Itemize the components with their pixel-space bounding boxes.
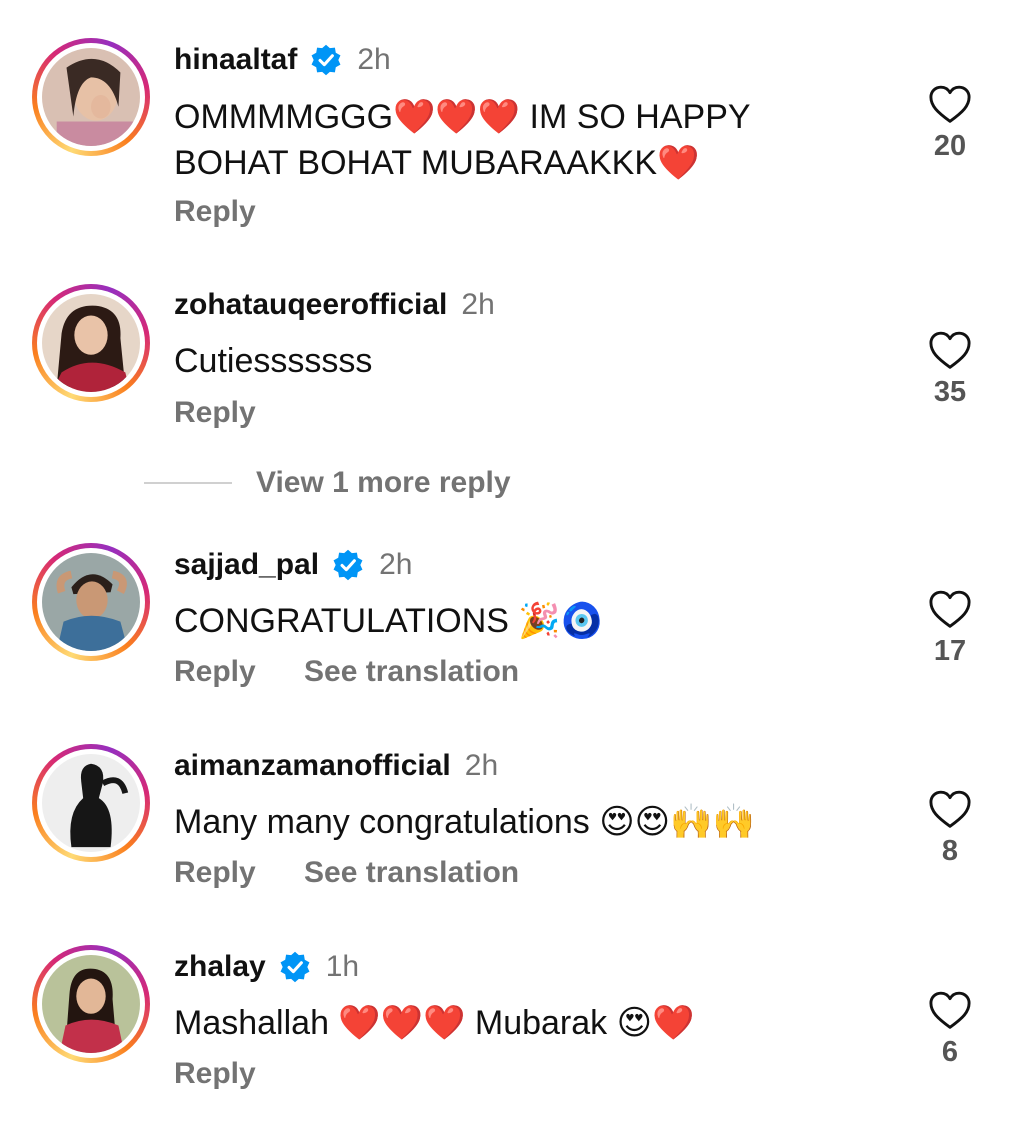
avatar[interactable] xyxy=(32,38,150,156)
verified-badge-icon xyxy=(280,951,310,983)
like-control: 8 xyxy=(920,789,980,868)
verified-badge-icon xyxy=(311,44,341,76)
like-control: 6 xyxy=(920,990,980,1069)
username-text[interactable]: aimanzamanofficial xyxy=(174,749,451,783)
view-more-replies[interactable]: View 1 more reply xyxy=(144,466,511,500)
comment-text-line: BOHAT BOHAT MUBARAAKKK❤️ xyxy=(174,144,700,182)
username-text[interactable]: hinaaltaf xyxy=(174,43,297,77)
avatar[interactable] xyxy=(32,284,150,402)
comment-time: 2h xyxy=(464,749,499,782)
comment-text: Many many congratulations 😍😍🙌🙌 xyxy=(174,799,755,845)
avatar[interactable] xyxy=(32,945,150,1063)
comment-username[interactable]: hinaaltaf 2h xyxy=(174,43,391,77)
like-count: 20 xyxy=(933,130,967,162)
comment-time: 2h xyxy=(379,548,413,581)
like-control: 20 xyxy=(920,84,980,163)
username-text[interactable]: sajjad_pal xyxy=(174,548,319,582)
view-more-replies-label[interactable]: View 1 more reply xyxy=(256,466,511,500)
heart-outline-icon[interactable] xyxy=(928,330,972,370)
reply-button[interactable]: Reply xyxy=(174,1057,256,1090)
comment-actions: Reply See translation xyxy=(174,856,559,890)
username-text[interactable]: zhalay xyxy=(174,950,266,984)
comment-text-line: Cutiesssssss xyxy=(174,342,373,380)
profile-photo xyxy=(42,754,140,852)
comment-time: 2h xyxy=(461,288,495,321)
profile-photo xyxy=(42,955,140,1053)
comment-text: Cutiesssssss xyxy=(174,338,372,384)
reply-button[interactable]: Reply xyxy=(174,396,256,429)
reply-button[interactable]: Reply xyxy=(174,195,256,228)
comment-actions: Reply xyxy=(174,1057,296,1091)
divider-line xyxy=(144,482,232,484)
like-count: 35 xyxy=(933,376,967,408)
comment-text-line: OMMMMGGG❤️❤️❤️ IM SO HAPPY xyxy=(174,98,751,136)
comment-time: 2h xyxy=(357,43,391,76)
comment-text-line: CONGRATULATIONS 🎉🧿 xyxy=(174,602,604,640)
comment-username[interactable]: zhalay 1h xyxy=(174,950,359,984)
comment-time: 1h xyxy=(325,950,360,983)
see-translation-button[interactable]: See translation xyxy=(304,856,519,889)
like-count: 8 xyxy=(941,835,959,867)
verified-badge-icon xyxy=(333,549,363,581)
comment-username[interactable]: zohatauqeerofficial 2h xyxy=(174,288,495,322)
avatar[interactable] xyxy=(32,744,150,862)
heart-outline-icon[interactable] xyxy=(928,990,972,1030)
like-control: 35 xyxy=(920,330,980,409)
username-text[interactable]: zohatauqeerofficial xyxy=(174,288,447,322)
like-count: 17 xyxy=(933,635,967,667)
comment-text: CONGRATULATIONS 🎉🧿 xyxy=(174,598,603,644)
reply-button[interactable]: Reply xyxy=(174,856,256,889)
reply-button[interactable]: Reply xyxy=(174,655,256,688)
comment-text-line: Many many congratulations 😍😍🙌🙌 xyxy=(174,803,755,841)
profile-photo xyxy=(42,48,140,146)
avatar[interactable] xyxy=(32,543,150,661)
comment-text-line: Mashallah ❤️❤️❤️ Mubarak 😍❤️ xyxy=(174,1004,695,1042)
like-count: 6 xyxy=(941,1036,959,1068)
like-control: 17 xyxy=(920,589,980,668)
comment-actions: Reply xyxy=(174,195,296,229)
heart-outline-icon[interactable] xyxy=(928,589,972,629)
see-translation-button[interactable]: See translation xyxy=(304,655,519,688)
profile-photo xyxy=(42,553,140,651)
comment-text: OMMMMGGG❤️❤️❤️ IM SO HAPPY BOHAT BOHAT M… xyxy=(174,94,751,186)
heart-outline-icon[interactable] xyxy=(928,84,972,124)
heart-outline-icon[interactable] xyxy=(928,789,972,829)
comment-text: Mashallah ❤️❤️❤️ Mubarak 😍❤️ xyxy=(174,1000,694,1046)
comment-actions: Reply xyxy=(174,396,296,430)
comment-actions: Reply See translation xyxy=(174,655,559,689)
comment-username[interactable]: aimanzamanofficial 2h xyxy=(174,749,498,783)
profile-photo xyxy=(42,294,140,392)
comment-username[interactable]: sajjad_pal 2h xyxy=(174,548,412,582)
